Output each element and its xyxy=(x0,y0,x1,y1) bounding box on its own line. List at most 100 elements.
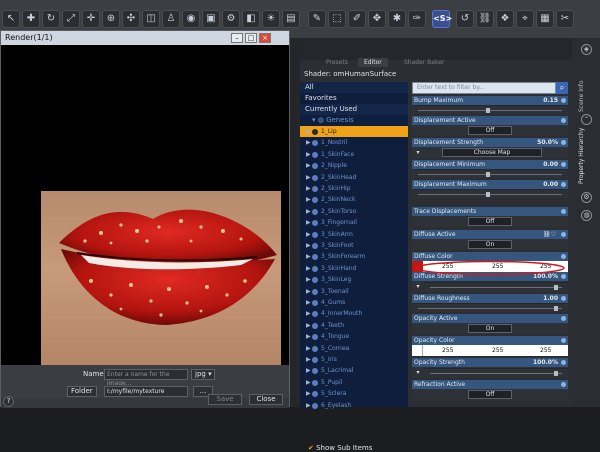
tree-root-genesis[interactable]: ▾ ◍ Genesis xyxy=(300,115,408,126)
gear-icon[interactable] xyxy=(561,140,566,145)
render-settings-icon[interactable]: ⚙ xyxy=(222,10,240,28)
displacement-max-slider[interactable] xyxy=(412,189,568,198)
node-weight-icon[interactable]: ✥ xyxy=(368,10,386,28)
active-pose-icon[interactable]: ♙ xyxy=(162,10,180,28)
tree-node-4-innermouth[interactable]: ▶ 4_InnerMouth xyxy=(300,308,408,319)
tree-node-3-fingernail[interactable]: ▶ 3_Fingernail xyxy=(300,217,408,228)
gear-icon[interactable] xyxy=(561,360,566,365)
help-icon[interactable]: ? xyxy=(3,396,14,407)
expand-arrow-icon[interactable]: ▶ xyxy=(306,400,311,411)
tree-node-2-skinneck[interactable]: ▶ 2_SkinNeck xyxy=(300,194,408,205)
prop-value[interactable]: 0.00 xyxy=(543,160,558,169)
expand-arrow-icon[interactable]: ▶ xyxy=(306,365,311,376)
expand-arrow-icon[interactable]: ▶ xyxy=(306,251,311,262)
tree-node-3-skinhand[interactable]: ▶ 3_SkinHand xyxy=(300,263,408,274)
gear-icon[interactable] xyxy=(561,162,566,167)
color-g[interactable]: 255 xyxy=(492,345,503,356)
expand-arrow-icon[interactable]: ▶ xyxy=(306,263,311,274)
search-icon[interactable]: ⌕ xyxy=(556,82,568,94)
opacity-toggle[interactable]: On xyxy=(468,324,512,333)
checkbox-icon[interactable]: ✔ xyxy=(308,444,314,452)
reset-icon[interactable]: ↺ xyxy=(456,10,474,28)
node-select-icon[interactable]: ✚ xyxy=(22,10,40,28)
render-icon[interactable]: ▣ xyxy=(202,10,220,28)
sds-icon[interactable]: <S> xyxy=(432,10,452,28)
tree-node-5-pupil[interactable]: ▶ 5_Pupil xyxy=(300,377,408,388)
expand-arrow-icon[interactable]: ▶ xyxy=(306,388,311,399)
displacement-min-slider[interactable] xyxy=(412,169,568,178)
show-sub-items[interactable]: ✔ Show Sub Items xyxy=(308,444,372,452)
tab-editor[interactable]: Editor xyxy=(358,58,388,67)
rotate-icon[interactable]: ↻ xyxy=(42,10,60,28)
spot-render-icon[interactable]: ◉ xyxy=(182,10,200,28)
tree-node-4-gums[interactable]: ▶ 4_Gums xyxy=(300,297,408,308)
cursor-icon[interactable]: ↖ xyxy=(2,10,20,28)
save-button[interactable]: Save xyxy=(208,394,242,405)
tree-node-1-lip[interactable]: ▶ 1_Lip xyxy=(300,126,408,137)
gear-icon[interactable]: ⚙ xyxy=(581,192,592,203)
tree-node-6-eyelash[interactable]: ▶ 6_Eyelash xyxy=(300,400,408,411)
frame-icon[interactable]: ▦ xyxy=(536,10,554,28)
diffuse-toggle[interactable]: On xyxy=(468,240,512,249)
expand-arrow-icon[interactable]: ▶ xyxy=(306,240,311,251)
expand-arrow-icon[interactable]: ▶ xyxy=(306,297,311,308)
gear-icon[interactable] xyxy=(561,338,566,343)
name-input[interactable]: Enter a name for the image... xyxy=(104,369,188,387)
color-r[interactable]: 255 xyxy=(442,345,453,356)
gear-icon[interactable] xyxy=(561,182,566,187)
close-icon[interactable]: × xyxy=(259,33,271,43)
gear-icon[interactable] xyxy=(561,209,566,214)
tree-node-1-skinface[interactable]: ▶ 1_SkinFace xyxy=(300,149,408,160)
gear-icon[interactable] xyxy=(561,296,566,301)
gear-icon[interactable] xyxy=(561,118,566,123)
morph-icon[interactable]: ❖ xyxy=(496,10,514,28)
tree-node-5-iris[interactable]: ▶ 5_Iris xyxy=(300,354,408,365)
diffuse-strength-slider[interactable] xyxy=(424,282,568,291)
joint-icon[interactable]: ✣ xyxy=(122,10,140,28)
choose-map-button[interactable]: Choose Map xyxy=(442,148,542,157)
expand-arrow-icon[interactable]: ▶ xyxy=(306,206,311,217)
expand-arrow-icon[interactable]: ▶ xyxy=(306,354,311,365)
expand-arrow-icon[interactable]: ▶ xyxy=(306,320,311,331)
filter-input[interactable]: Enter text to filter by... xyxy=(412,82,556,94)
refraction-toggle[interactable]: Off xyxy=(468,390,512,399)
expand-arrow-icon[interactable]: ▶ xyxy=(306,331,311,342)
globe-icon[interactable]: ◍ xyxy=(581,210,592,221)
tree-node-5-lacrimal[interactable]: ▶ 5_Lacrimal xyxy=(300,365,408,376)
color-b[interactable]: 255 xyxy=(540,345,551,356)
info-icon[interactable]: ◈ xyxy=(581,44,592,55)
expand-arrow-icon[interactable]: ▶ xyxy=(306,377,311,388)
prop-value[interactable]: 1.00 xyxy=(543,294,558,303)
geometry-editor-icon[interactable]: ◫ xyxy=(142,10,160,28)
fit-icon[interactable]: ⌖ xyxy=(516,10,534,28)
tree-node-5-cornea[interactable]: ▶ 5_Cornea xyxy=(300,343,408,354)
display-icon-2[interactable]: ▤ xyxy=(282,10,300,28)
expand-arrow-icon[interactable]: ▶ xyxy=(306,160,311,171)
category-favorites[interactable]: Favorites xyxy=(300,93,408,104)
tab-presets[interactable]: Presets xyxy=(326,58,348,67)
link-heart-icons[interactable]: ⛓♡ xyxy=(543,230,556,239)
scale-icon[interactable]: ⤢ xyxy=(62,10,80,28)
expand-arrow-icon[interactable]: ▶ xyxy=(306,308,311,319)
folder-path-field[interactable]: I:/myfile/mytexture xyxy=(104,386,188,397)
expand-arrow-icon[interactable]: ▶ xyxy=(306,149,311,160)
map-dropdown-icon[interactable]: ▾ xyxy=(414,148,422,157)
format-select[interactable]: jpg ▾ xyxy=(191,369,215,380)
expand-arrow-icon[interactable]: ▶ xyxy=(306,194,311,205)
translate-icon[interactable]: ✛ xyxy=(82,10,100,28)
opacity-color-field[interactable]: 255 255 255 xyxy=(412,345,568,356)
maximize-icon[interactable]: □ xyxy=(245,33,257,43)
prop-value[interactable]: 50.0% xyxy=(537,138,558,147)
prop-value[interactable]: 0.15 xyxy=(543,96,558,105)
link-icon[interactable]: ✑ xyxy=(408,10,426,28)
map-dropdown-icon[interactable]: ▾ xyxy=(414,282,422,291)
trace-toggle[interactable]: Off xyxy=(468,217,512,226)
expand-arrow-icon[interactable]: ▶ xyxy=(306,217,311,228)
roughness-slider[interactable] xyxy=(412,303,568,312)
display-icon[interactable]: ☀ xyxy=(262,10,280,28)
prop-value[interactable]: 100.0% xyxy=(533,358,558,367)
tree-node-5-sclera[interactable]: ▶ 5_Sclera xyxy=(300,388,408,399)
tab-shader-baker[interactable]: Shader Baker xyxy=(404,58,444,67)
displacement-toggle[interactable]: Off xyxy=(468,126,512,135)
expand-arrow-icon[interactable]: ▶ xyxy=(306,126,311,137)
